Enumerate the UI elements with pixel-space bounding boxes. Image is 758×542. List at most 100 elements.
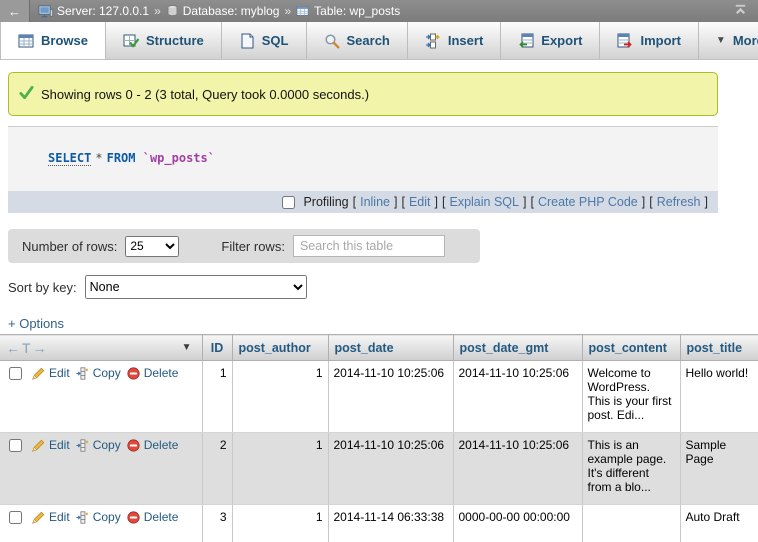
copy-icon [76,367,89,380]
tab-label: Import [640,33,680,48]
number-of-rows-select[interactable]: 25 [125,236,179,257]
with-selected-dropdown-icon[interactable]: ▼ [182,342,196,353]
cell-post-date-gmt: 0000-00-00 00:00:00 [453,505,582,542]
delete-link[interactable]: Delete [127,510,179,524]
tab-import[interactable]: Import [600,22,698,59]
column-header-post-date-gmt[interactable]: post_date_gmt [453,335,582,361]
profiling-checkbox[interactable] [282,196,295,209]
delete-label: Delete [144,438,179,452]
tab-label: Export [541,33,582,48]
row-controls-bar: Number of rows: 25 Filter rows: [8,229,480,263]
breadcrumb-server[interactable]: Server: 127.0.0.1 [38,4,149,19]
cell-post-content: This is an example page. It's different … [582,433,680,505]
table-row: Edit Copy Delete 3 1 2014-11-14 06:33:38… [0,505,758,542]
collapse-console-button[interactable] [722,2,758,20]
row-checkbox[interactable] [9,511,22,524]
table-row: Edit Copy Delete 1 1 2014-11-10 10:25:06… [0,361,758,433]
copy-link[interactable]: Copy [76,438,121,452]
copy-label: Copy [93,438,121,452]
cell-post-author: 1 [232,505,328,542]
copy-icon [76,439,89,452]
copy-label: Copy [93,510,121,524]
profiling-label: Profiling [303,195,348,209]
sql-keyword-select[interactable]: SELECT [48,151,91,166]
copy-link[interactable]: Copy [76,366,121,380]
sql-icon [239,33,255,49]
sql-star: * [91,151,106,165]
bracket: ] [394,195,397,209]
copy-link[interactable]: Copy [76,510,121,524]
column-header-post-author[interactable]: post_author [232,335,328,361]
table-row: Edit Copy Delete 2 1 2014-11-10 10:25:06… [0,433,758,505]
tab-structure[interactable]: Structure [106,22,222,59]
bracket: ] [523,195,526,209]
tab-bar: Browse Structure SQL Search Insert Expor… [0,22,758,60]
breadcrumb-database-label: Database: myblog [183,4,280,18]
bracket: [ [401,195,404,209]
breadcrumb-database[interactable]: Database: myblog [166,4,280,18]
cell-id: 3 [202,505,232,542]
sort-by-key-select[interactable]: None [85,275,307,299]
delete-label: Delete [144,366,179,380]
success-message-text: Showing rows 0 - 2 (3 total, Query took … [41,87,369,102]
sql-tools-bar: Profiling [ Inline ] [ Edit ] [ Explain … [8,191,718,213]
table-icon [296,4,310,18]
edit-label: Edit [49,366,70,380]
number-of-rows-label: Number of rows: [22,239,117,254]
column-header-post-date[interactable]: post_date [328,335,453,361]
inline-link[interactable]: Inline [360,195,390,209]
delete-link[interactable]: Delete [127,438,179,452]
cell-post-date: 2014-11-14 06:33:38 [328,505,453,542]
edit-label: Edit [49,510,70,524]
back-button[interactable]: ← [0,0,30,22]
delete-icon [127,367,140,380]
edit-link[interactable]: Edit [32,510,70,524]
pencil-icon [32,367,45,380]
breadcrumb-server-label: Server: 127.0.0.1 [57,4,149,18]
edit-link[interactable]: Edit [32,438,70,452]
success-message: Showing rows 0 - 2 (3 total, Query took … [8,72,718,116]
cell-post-date: 2014-11-10 10:25:06 [328,433,453,505]
row-checkbox[interactable] [9,439,22,452]
sql-keyword-from: FROM [107,151,136,165]
create-php-code-link[interactable]: Create PHP Code [538,195,638,209]
tab-search[interactable]: Search [307,22,408,59]
tab-export[interactable]: Export [501,22,600,59]
sort-by-key-label: Sort by key: [8,280,77,295]
tab-more[interactable]: ▼ More [699,22,758,59]
tab-browse[interactable]: Browse [0,22,106,59]
search-icon [324,33,340,49]
breadcrumb-table[interactable]: Table: wp_posts [296,4,400,18]
chevron-down-icon: ▼ [716,35,726,46]
bracket: ] [435,195,438,209]
delete-link[interactable]: Delete [127,366,179,380]
header-direction-icons[interactable]: ←T→ [6,340,49,356]
bracket: [ [353,195,356,209]
cell-post-title: Hello world! [680,361,758,433]
column-header-id[interactable]: ID [202,335,232,361]
tab-label: SQL [262,33,289,48]
breadcrumb: Server: 127.0.0.1 » Database: myblog » T… [30,4,722,19]
column-header-post-content[interactable]: post_content [582,335,680,361]
edit-query-link[interactable]: Edit [409,195,431,209]
export-icon [518,33,534,49]
tab-insert[interactable]: Insert [408,22,501,59]
cell-post-content [582,505,680,542]
bracket: ] [642,195,645,209]
tab-sql[interactable]: SQL [222,22,307,59]
options-toggle-link[interactable]: + Options [8,316,64,331]
cell-post-title: Sample Page [680,433,758,505]
cell-post-content: Welcome to WordPress. This is your first… [582,361,680,433]
breadcrumb-separator: » [154,4,161,18]
edit-link[interactable]: Edit [32,366,70,380]
column-header-post-title[interactable]: post_title [680,335,758,361]
tab-label: Insert [448,33,483,48]
explain-sql-link[interactable]: Explain SQL [449,195,518,209]
filter-rows-input[interactable] [293,235,445,257]
row-checkbox[interactable] [9,367,22,380]
delete-icon [127,439,140,452]
bracket: [ [649,195,652,209]
bracket: ] [705,195,708,209]
refresh-link[interactable]: Refresh [657,195,701,209]
collapse-icon [733,2,748,20]
